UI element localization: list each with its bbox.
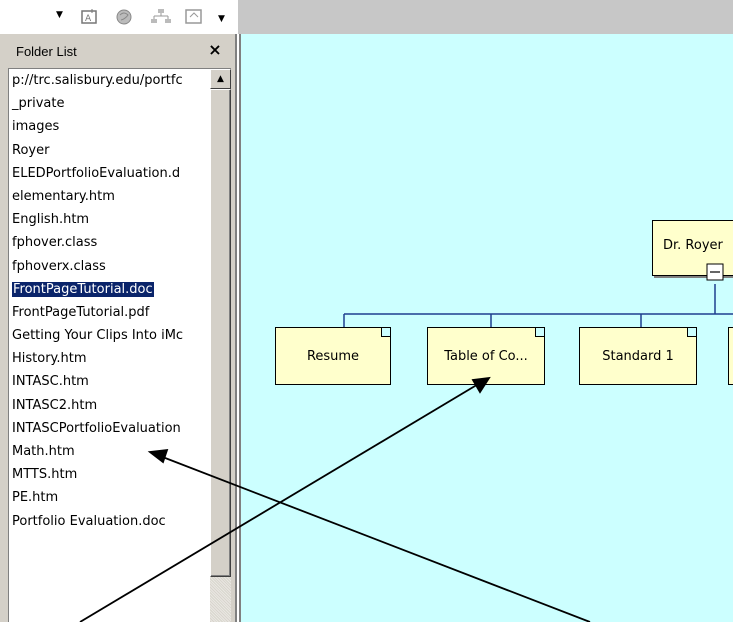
page-fold-icon [687, 328, 696, 337]
folder-list-item[interactable]: elementary.htm [9, 185, 209, 208]
folder-list-header: Folder List × [0, 34, 235, 68]
folder-list-item-label: MTTS.htm [12, 467, 78, 483]
folder-list-item-label: _private [12, 96, 65, 112]
table-icon[interactable] [182, 6, 206, 28]
diagram-root-label: Dr. Royer [663, 238, 723, 253]
folder-list-item-label: Portfolio Evaluation.doc [12, 513, 166, 529]
scroll-thumb[interactable] [210, 89, 231, 577]
page-fold-icon [535, 328, 544, 337]
toolbar: ▼ A ▼ [0, 0, 733, 34]
diagram-root-node[interactable]: Dr. Royer [652, 220, 733, 276]
page-fold-icon [381, 328, 390, 337]
folder-list-item-label: History.htm [12, 351, 87, 367]
folder-list-item-label: INTASC2.htm [12, 397, 98, 413]
folder-list-item-label: PE.htm [12, 490, 59, 506]
folder-list-item-label: FrontPageTutorial.pdf [12, 304, 150, 320]
folder-list-item[interactable]: ELEDPortfolioEvaluation.d [9, 162, 209, 185]
folder-list-item-label: Royer [12, 142, 50, 158]
folder-list-item[interactable]: _private [9, 92, 209, 115]
folder-list-item-label: p://trc.salisbury.edu/portfc [12, 73, 183, 88]
folder-list: p://trc.salisbury.edu/portfc _privateimag… [9, 69, 209, 533]
folder-list-panel: Folder List × p://trc.salisbury.edu/port… [0, 34, 237, 622]
folder-list-item-label: fphoverx.class [12, 258, 106, 274]
close-icon[interactable]: × [205, 40, 225, 60]
folder-list-item[interactable]: FrontPageTutorial.pdf [9, 301, 209, 324]
diagram-node-label: Table of Co... [444, 348, 528, 364]
folder-list-area: p://trc.salisbury.edu/portfc _privateimag… [8, 68, 231, 622]
diagram-node-table-of-contents[interactable]: Table of Co... [427, 327, 545, 385]
folder-list-item[interactable]: images [9, 115, 209, 138]
folder-list-item-label: INTASCPortfolioEvaluation [12, 420, 181, 436]
diagram-node-resume[interactable]: Resume [275, 327, 391, 385]
folder-list-item[interactable]: fphoverx.class [9, 255, 209, 278]
folder-list-item[interactable]: MTTS.htm [9, 463, 209, 486]
folder-list-item-label: elementary.htm [12, 188, 115, 204]
folder-list-item[interactable]: Royer [9, 139, 209, 162]
folder-list-item-label: INTASC.htm [12, 374, 89, 390]
folder-list-item[interactable]: fphover.class [9, 231, 209, 254]
toolbar-overflow-arrow-icon[interactable]: ▼ [218, 14, 225, 24]
folder-list-item[interactable]: INTASCPortfolioEvaluation [9, 417, 209, 440]
diagram-node-label: Resume [306, 348, 360, 364]
folder-list-item[interactable]: FrontPageTutorial.doc [9, 278, 209, 301]
folder-list-item[interactable]: English.htm [9, 208, 209, 231]
diagram-node-label: Standard 1 [602, 348, 674, 364]
folder-list-item[interactable]: INTASC.htm [9, 370, 209, 393]
toolbar-empty-area [238, 0, 733, 34]
diagram-node-standard-1[interactable]: Standard 1 [579, 327, 697, 385]
folder-list-item-label: images [12, 119, 60, 135]
folder-list-item[interactable]: Math.htm [9, 440, 209, 463]
svg-text:A: A [85, 14, 92, 24]
folder-list-item-label: English.htm [12, 212, 90, 228]
folder-list-item-label: Math.htm [12, 444, 75, 459]
folder-list-item[interactable]: Getting Your Clips Into iMc [9, 324, 209, 347]
folder-list-item-label: Getting Your Clips Into iMc [12, 328, 184, 344]
folder-list-item-label: ELEDPortfolioEvaluation.d [12, 165, 181, 181]
folder-list-item[interactable]: Portfolio Evaluation.doc [9, 510, 209, 533]
vertical-scrollbar[interactable]: ▲ [210, 69, 231, 622]
scroll-up-arrow-icon[interactable]: ▲ [210, 69, 231, 89]
publish-icon[interactable] [113, 6, 139, 28]
folder-list-item[interactable]: INTASC2.htm [9, 394, 209, 417]
navigation-diagram-canvas[interactable]: Dr. Royer Resume Table of Co... Standard… [239, 34, 733, 622]
toolbar-dropdown-arrow-icon[interactable]: ▼ [56, 10, 63, 20]
navigation-icon[interactable] [148, 6, 174, 28]
folder-list-item-label: FrontPageTutorial.doc [11, 280, 155, 298]
folder-list-item-label: fphover.class [12, 235, 98, 251]
insert-image-icon[interactable]: A [78, 6, 102, 28]
folder-list-item[interactable]: PE.htm [9, 486, 209, 509]
folder-list-item[interactable]: p://trc.salisbury.edu/portfc [9, 69, 209, 92]
diagram-node-partial[interactable] [728, 327, 733, 385]
folder-list-title: Folder List [16, 44, 77, 59]
folder-list-item[interactable]: History.htm [9, 347, 209, 370]
